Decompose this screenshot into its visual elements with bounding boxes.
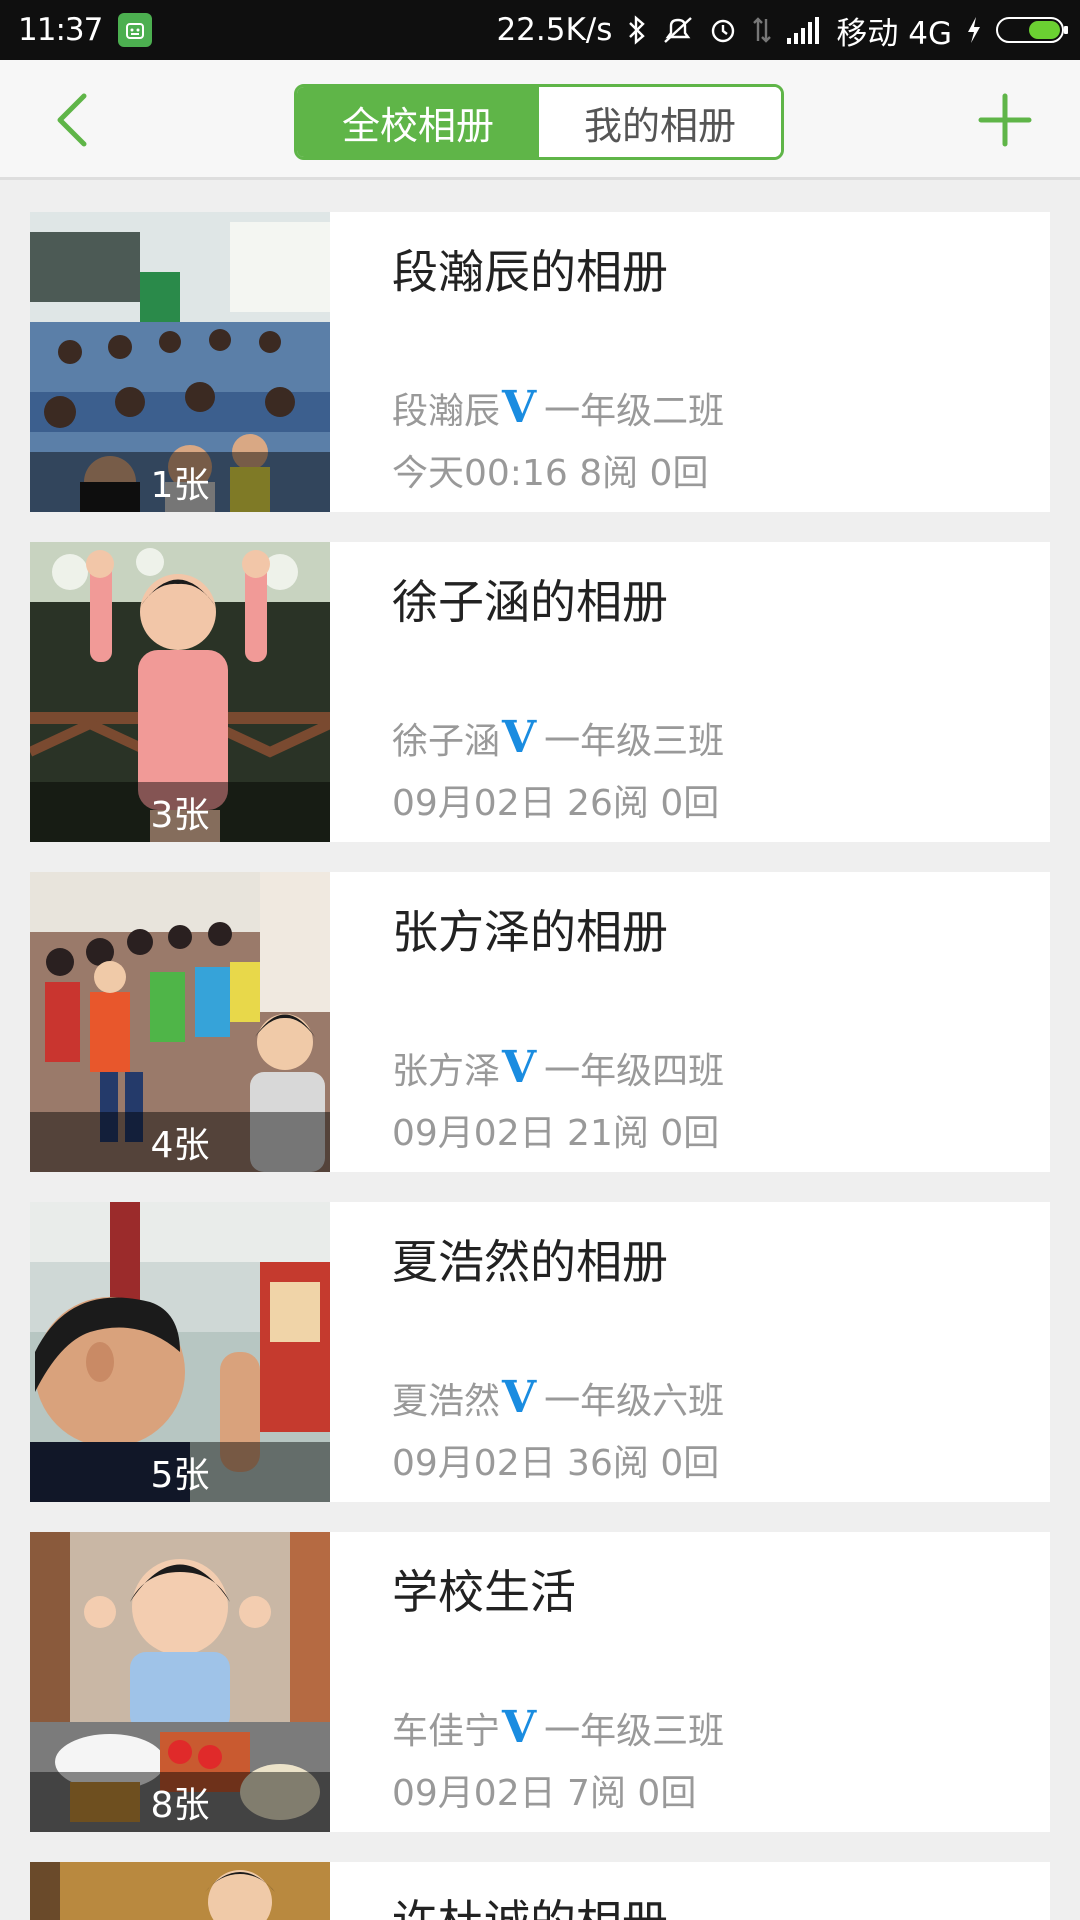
class-name: 一年级四班 [544, 1051, 725, 1092]
album-title: 徐子涵的相册 [392, 575, 668, 629]
tab-school-albums[interactable]: 全校相册 [297, 87, 539, 157]
album-card[interactable]: 8张 学校生活 车佳宁 V 一年级三班 09月02日 7阅 0回 [30, 1532, 1050, 1832]
battery-icon [996, 17, 1068, 43]
photo-count: 8张 [30, 1772, 330, 1832]
class-name: 一年级三班 [544, 721, 725, 762]
album-stats: 09月02日 26阅 0回 [392, 783, 720, 824]
album-card[interactable]: 许杜诚的相册 [30, 1862, 1050, 1920]
album-thumbnail: 4张 [30, 872, 330, 1172]
alarm-icon [708, 15, 738, 45]
album-thumbnail: 1张 [30, 212, 330, 512]
album-card[interactable]: 1张 段瀚辰的相册 段瀚辰 V 一年级二班 今天00:16 8阅 0回 [30, 212, 1050, 512]
album-stats: 今天00:16 8阅 0回 [392, 453, 709, 494]
author-name: 段瀚辰 [392, 391, 501, 432]
verified-v-icon: V [502, 382, 537, 433]
verified-v-icon: V [502, 712, 537, 763]
author-name: 夏浩然 [392, 1381, 501, 1422]
album-card[interactable]: 3张 徐子涵的相册 徐子涵 V 一年级三班 09月02日 26阅 0回 [30, 542, 1050, 842]
nav-bar: 全校相册 我的相册 [0, 60, 1080, 180]
album-stats: 09月02日 21阅 0回 [392, 1113, 720, 1154]
author-name: 张方泽 [392, 1051, 501, 1092]
tab-my-albums[interactable]: 我的相册 [539, 87, 781, 157]
album-stats: 09月02日 36阅 0回 [392, 1443, 720, 1484]
charging-icon [966, 15, 982, 45]
app-notification-icon [118, 13, 153, 47]
photo-count: 5张 [30, 1442, 330, 1502]
mute-icon [662, 15, 694, 45]
album-title: 许杜诚的相册 [392, 1886, 668, 1920]
back-button[interactable] [48, 90, 108, 150]
chevron-left-icon [57, 93, 87, 147]
album-thumbnail [30, 1862, 330, 1920]
signal-icon [786, 16, 822, 44]
album-title: 段瀚辰的相册 [392, 245, 668, 299]
album-card[interactable]: 4张 张方泽的相册 张方泽 V 一年级四班 09月02日 21阅 0回 [30, 872, 1050, 1172]
album-title: 学校生活 [392, 1565, 576, 1619]
status-time: 11:37 [18, 12, 103, 48]
plus-icon [978, 93, 1032, 147]
author-name: 徐子涵 [392, 721, 501, 762]
status-bar: 11:37 22.5K/s 移动 4G [0, 0, 1080, 60]
album-title: 夏浩然的相册 [392, 1235, 668, 1289]
photo-count: 4张 [30, 1112, 330, 1172]
album-author-line: 夏浩然 V 一年级六班 [392, 1372, 724, 1424]
album-title: 张方泽的相册 [392, 905, 668, 959]
carrier-label: 移动 4G [836, 15, 952, 52]
network-speed: 22.5K/s [496, 12, 613, 48]
album-thumbnail: 8张 [30, 1532, 330, 1832]
album-author-line: 张方泽 V 一年级四班 [392, 1042, 724, 1094]
album-thumbnail: 3张 [30, 542, 330, 842]
album-author-line: 车佳宁 V 一年级三班 [392, 1702, 724, 1754]
album-card[interactable]: 5张 夏浩然的相册 夏浩然 V 一年级六班 09月02日 36阅 0回 [30, 1202, 1050, 1502]
album-author-line: 徐子涵 V 一年级三班 [392, 712, 724, 764]
album-author-line: 段瀚辰 V 一年级二班 [392, 382, 724, 434]
class-name: 一年级六班 [544, 1381, 725, 1422]
class-name: 一年级三班 [544, 1711, 725, 1752]
photo-count: 1张 [30, 452, 330, 512]
verified-v-icon: V [502, 1042, 537, 1093]
author-name: 车佳宁 [392, 1711, 501, 1752]
album-thumbnail: 5张 [30, 1202, 330, 1502]
add-album-button[interactable] [975, 90, 1035, 150]
data-transfer-icon [752, 15, 772, 45]
verified-v-icon: V [502, 1372, 537, 1423]
album-tab-switch: 全校相册 我的相册 [294, 84, 784, 160]
bluetooth-icon [626, 15, 648, 45]
class-name: 一年级二班 [544, 391, 725, 432]
photo-count: 3张 [30, 782, 330, 842]
verified-v-icon: V [502, 1702, 537, 1753]
album-stats: 09月02日 7阅 0回 [392, 1773, 697, 1814]
